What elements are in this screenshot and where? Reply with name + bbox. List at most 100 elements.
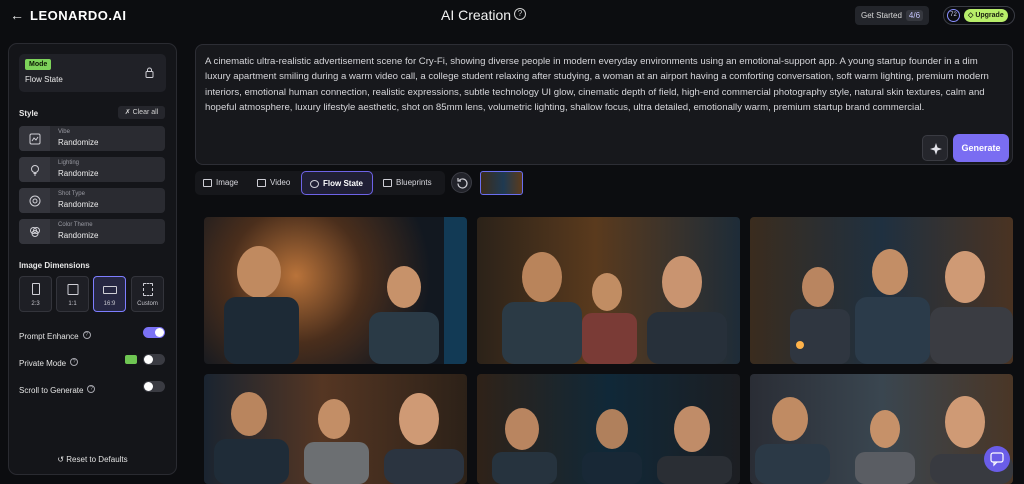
dimension-1-1[interactable]: 1:1: [56, 276, 89, 312]
tab-image[interactable]: Image: [195, 171, 248, 195]
settings-sidebar: Mode Flow State Style ✗ Clear all Vibe R…: [8, 43, 177, 475]
style-color-theme[interactable]: Color Theme Randomize: [19, 219, 165, 244]
image-scene: [214, 392, 464, 484]
portrait-icon: [31, 283, 40, 295]
tab-video[interactable]: Video: [249, 171, 299, 195]
help-icon[interactable]: ?: [82, 330, 91, 339]
token-balance[interactable]: 72 ◇ Upgrade: [943, 6, 1015, 25]
clear-all-button[interactable]: ✗ Clear all: [118, 106, 165, 119]
private-mode-row: Private Mode?: [19, 353, 165, 368]
image-scene: [224, 217, 467, 364]
custom-size-icon: [142, 283, 153, 296]
top-bar: ← LEONARDO.AI AI Creation ? Get Started 4…: [0, 0, 1024, 32]
toggle-knob: [144, 355, 153, 364]
history-icon[interactable]: [451, 172, 472, 193]
generated-image-2[interactable]: [477, 217, 740, 364]
upgrade-button[interactable]: ◇ Upgrade: [964, 9, 1008, 22]
image-icon: [203, 179, 212, 187]
vibe-icon: [19, 126, 50, 151]
video-icon: [257, 179, 266, 187]
upgrade-label: Upgrade: [975, 12, 1004, 19]
prompt-box[interactable]: A cinematic ultra-realistic advertisemen…: [195, 44, 1013, 165]
image-scene: [492, 406, 732, 484]
logo[interactable]: LEONARDO.AI: [30, 8, 127, 23]
dimension-label: Custom: [137, 301, 158, 307]
square-icon: [67, 284, 78, 295]
chat-icon[interactable]: [984, 446, 1010, 472]
magic-wand-icon[interactable]: [922, 135, 948, 161]
dimension-label: 1:1: [68, 301, 77, 307]
mode-tag: Mode: [25, 59, 52, 70]
tab-label: Blueprints: [396, 178, 432, 187]
prompt-enhance-row: Prompt Enhance?: [19, 326, 165, 341]
generated-image-1[interactable]: [204, 217, 467, 364]
mode-value: Flow State: [25, 75, 63, 84]
get-started-button[interactable]: Get Started 4/6: [855, 6, 930, 25]
get-started-count: 4/6: [905, 10, 924, 21]
aperture-icon: [19, 188, 50, 213]
mode-tabs: Image Video Flow State Blueprints: [195, 171, 445, 195]
tab-label: Flow State: [323, 179, 364, 188]
prompt-enhance-toggle[interactable]: [143, 327, 165, 338]
arrow-left-icon[interactable]: ←: [10, 7, 24, 23]
style-value: Randomize: [58, 138, 99, 147]
scroll-to-generate-row: Scroll to Generate?: [19, 380, 165, 395]
tab-blueprints[interactable]: Blueprints: [375, 171, 443, 195]
dimension-label: 2:3: [31, 301, 40, 307]
generated-image-6[interactable]: [750, 374, 1013, 484]
reset-label: Reset to Defaults: [66, 455, 128, 464]
reset-icon: ↺: [57, 455, 67, 464]
tab-flow-state[interactable]: Flow State: [301, 171, 373, 195]
dimensions-heading: Image Dimensions: [19, 261, 90, 270]
style-shot-type[interactable]: Shot Type Randomize: [19, 188, 165, 213]
palette-icon: [19, 219, 50, 244]
style-name: Shot Type: [58, 191, 85, 197]
eraser-icon: ✗: [124, 109, 133, 116]
scroll-to-generate-toggle[interactable]: [143, 381, 165, 392]
mode-selector[interactable]: Mode Flow State: [19, 54, 166, 92]
tab-label: Image: [216, 178, 239, 187]
style-name: Color Theme: [58, 222, 93, 228]
flow-icon: [310, 180, 319, 188]
lightbulb-icon: [19, 157, 50, 182]
dimension-16-9[interactable]: 16:9: [93, 276, 126, 312]
reference-thumbnail[interactable]: [480, 171, 523, 195]
generate-button[interactable]: Generate: [953, 134, 1009, 162]
generated-image-5[interactable]: [477, 374, 740, 484]
landscape-icon: [102, 286, 117, 294]
clear-all-label: Clear all: [132, 109, 159, 116]
image-scene: [790, 249, 1013, 364]
scroll-to-generate-label: Scroll to Generate: [19, 386, 84, 395]
dimension-2-3[interactable]: 2:3: [19, 276, 52, 312]
get-started-label: Get Started: [861, 11, 902, 20]
style-value: Randomize: [58, 169, 99, 178]
dimension-label: 16:9: [103, 301, 116, 307]
private-mode-toggle[interactable]: [143, 354, 165, 365]
image-scene: [502, 252, 727, 364]
style-lighting[interactable]: Lighting Randomize: [19, 157, 165, 182]
shield-icon: [125, 355, 137, 364]
generated-image-3[interactable]: [750, 217, 1013, 364]
generated-image-4[interactable]: [204, 374, 467, 484]
style-name: Lighting: [58, 160, 80, 166]
lock-icon: [145, 67, 154, 78]
toggle-knob: [155, 328, 164, 337]
prompt-enhance-label: Prompt Enhance: [19, 332, 79, 341]
page-title: AI Creation: [441, 7, 512, 23]
help-icon[interactable]: ?: [514, 8, 526, 20]
private-mode-label: Private Mode: [19, 359, 67, 368]
style-name: Vibe: [58, 129, 70, 135]
style-vibe[interactable]: Vibe Randomize: [19, 126, 165, 151]
help-icon[interactable]: ?: [87, 384, 96, 393]
dimension-custom[interactable]: Custom: [131, 276, 164, 312]
tab-label: Video: [270, 178, 291, 187]
style-value: Randomize: [58, 231, 99, 240]
style-heading: Style: [19, 109, 39, 118]
help-icon[interactable]: ?: [70, 357, 79, 366]
toggle-knob: [144, 382, 153, 391]
prompt-input[interactable]: A cinematic ultra-realistic advertisemen…: [205, 54, 1005, 116]
token-count: 72: [947, 9, 960, 22]
image-scene: [755, 396, 1013, 484]
reset-defaults-button[interactable]: ↺ Reset to Defaults: [9, 455, 176, 464]
blueprint-icon: [383, 179, 392, 187]
